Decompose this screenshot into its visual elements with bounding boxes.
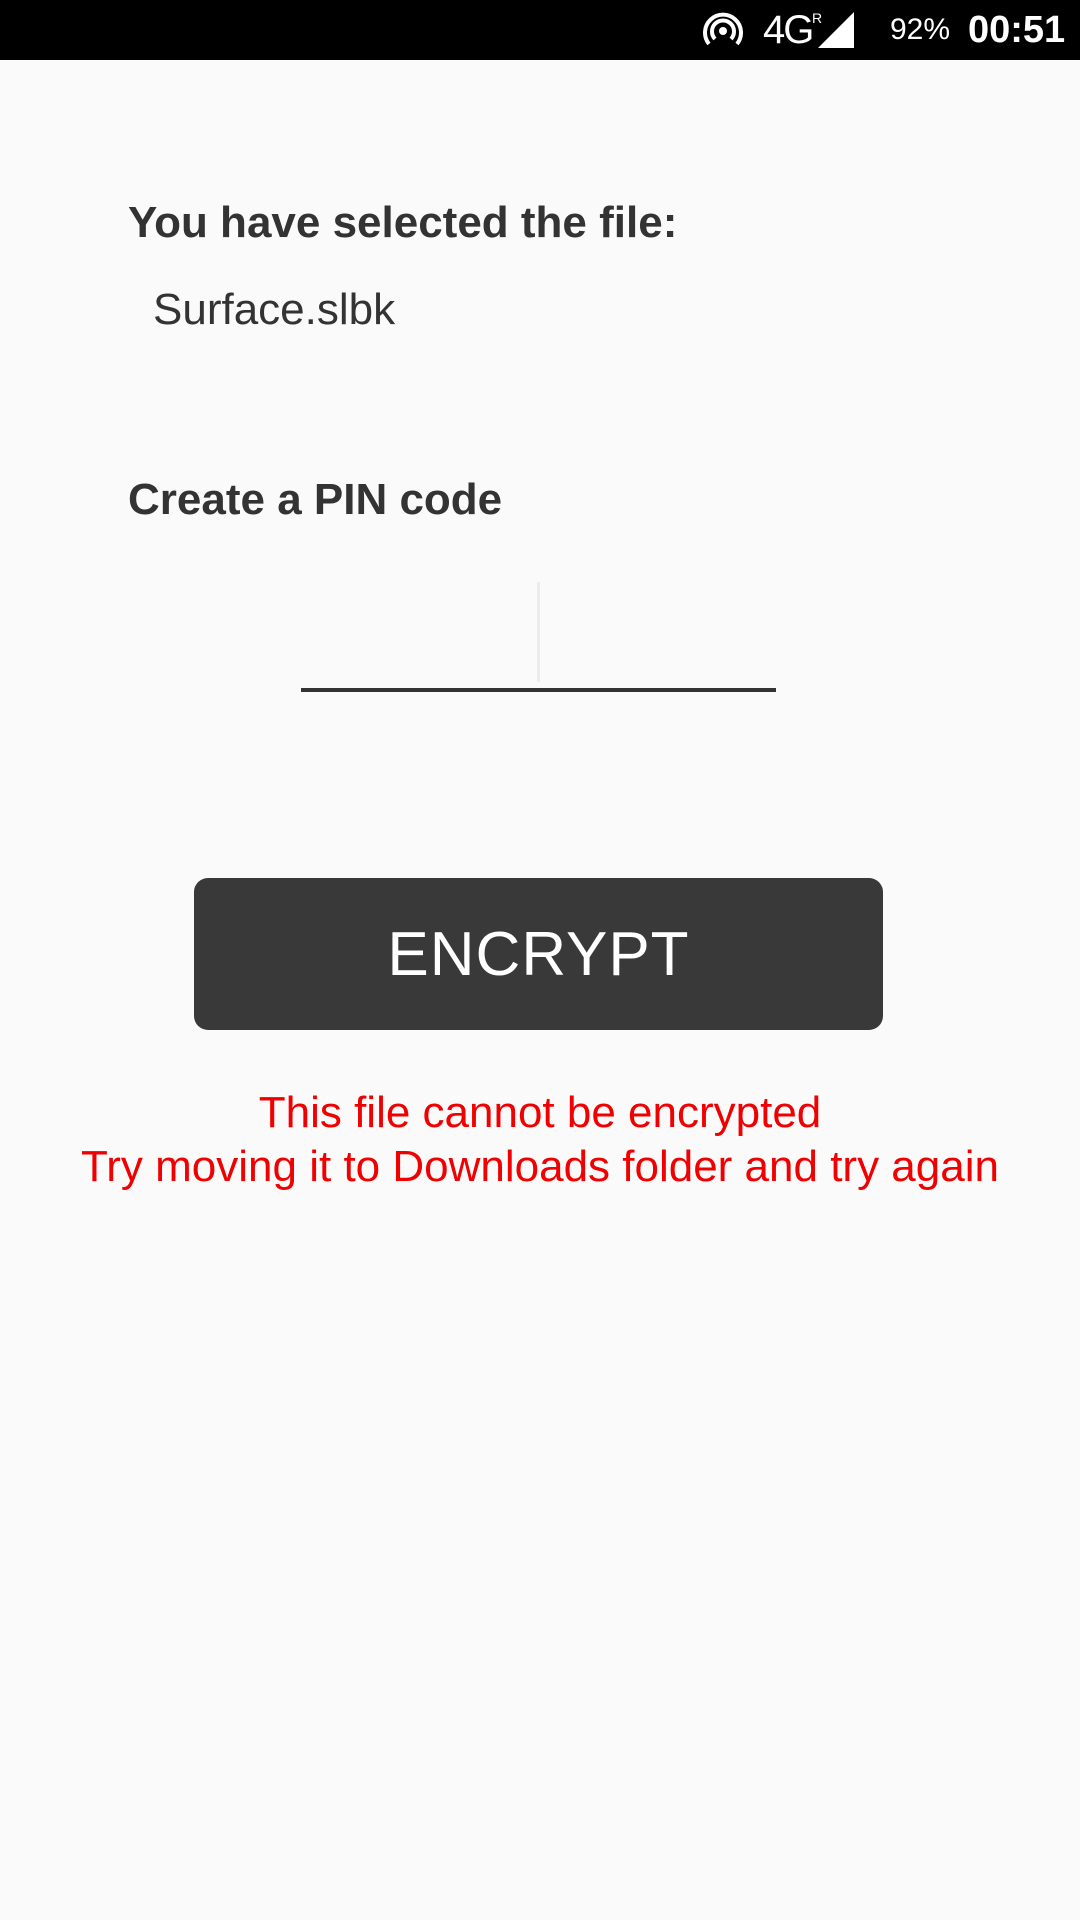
encrypt-button[interactable]: ENCRYPT [194, 878, 883, 1030]
battery-level: 92% [890, 13, 951, 46]
error-line-2: Try moving it to Downloads folder and tr… [81, 1142, 999, 1191]
text-cursor [537, 582, 540, 682]
error-message: This file cannot be encrypted Try moving… [0, 1086, 1080, 1194]
hotspot-icon [703, 12, 743, 46]
error-line-1: This file cannot be encrypted [258, 1088, 822, 1137]
selected-file-label: You have selected the file: [128, 198, 678, 247]
selected-file-name: Surface.slbk [153, 285, 396, 334]
clock: 00:51 [968, 9, 1066, 51]
signal-icon [818, 12, 854, 48]
pin-code-label: Create a PIN code [128, 475, 503, 524]
status-bar: 4G R 92% 00:51 [0, 0, 1080, 60]
network-type: 4G [763, 8, 814, 52]
